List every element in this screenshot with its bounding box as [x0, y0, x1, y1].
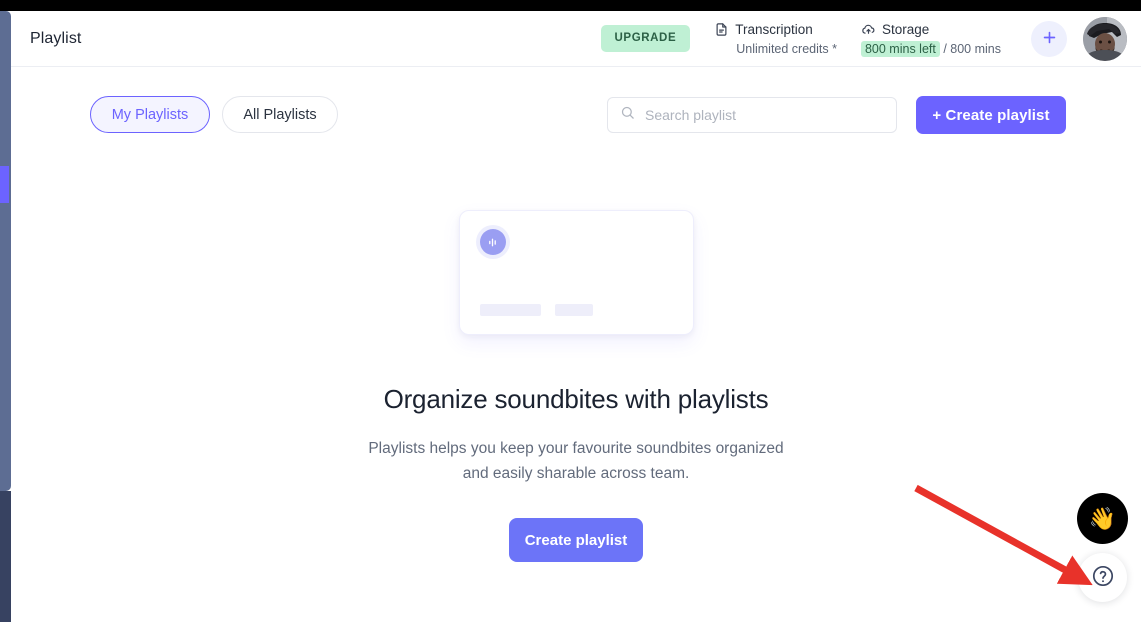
sidebar-active-indicator	[0, 166, 9, 203]
storage-meter-header: Storage	[861, 22, 1001, 37]
chat-widget-button[interactable]: 👋	[1077, 493, 1128, 544]
transcription-label: Transcription	[735, 21, 813, 37]
storage-mins-left: 800 mins left	[860, 40, 940, 57]
tab-my-playlists[interactable]: My Playlists	[90, 96, 210, 133]
document-icon	[714, 22, 729, 37]
skeleton-bar	[479, 304, 541, 316]
empty-state-title: Organize soundbites with playlists	[383, 384, 769, 414]
add-new-button[interactable]	[1031, 20, 1067, 57]
playlist-toolbar: My Playlists All Playlists + Create play…	[11, 96, 1141, 136]
search-icon	[620, 105, 635, 125]
help-button[interactable]	[1078, 553, 1127, 602]
avatar[interactable]	[1083, 16, 1127, 61]
search-box[interactable]	[607, 97, 897, 133]
tab-all-playlists[interactable]: All Playlists	[222, 96, 338, 133]
create-playlist-button[interactable]: Create playlist	[509, 518, 643, 562]
audio-waveform-icon	[479, 229, 506, 255]
transcription-value: Unlimited credits *	[736, 41, 837, 56]
transcription-meter: Transcription Unlimited credits *	[714, 22, 837, 56]
empty-state-subtitle: Playlists helps you keep your favourite …	[368, 440, 784, 482]
collapsed-sidebar[interactable]	[0, 11, 11, 491]
plus-icon	[1041, 29, 1058, 49]
storage-value: 800 mins left / 800 mins	[860, 40, 1001, 57]
transcription-meter-header: Transcription	[714, 22, 837, 37]
cloud-upload-icon	[861, 22, 876, 37]
question-mark-circle-icon	[1091, 564, 1115, 591]
upgrade-button[interactable]: UPGRADE	[600, 24, 691, 53]
search-input[interactable]	[645, 107, 884, 123]
app-root: Playlist UPGRADE Transcription Unlimited…	[0, 0, 1141, 622]
empty-state-illustration-card	[458, 210, 694, 335]
system-top-bar	[0, 0, 1141, 11]
storage-label: Storage	[881, 21, 930, 37]
skeleton-bar	[554, 304, 593, 316]
storage-mins-total: / 800 mins	[943, 41, 1001, 56]
waving-hand-icon: 👋	[1088, 505, 1117, 531]
create-playlist-toolbar-button[interactable]: + Create playlist	[916, 96, 1066, 134]
app-header: Playlist UPGRADE Transcription Unlimited…	[11, 11, 1141, 67]
storage-meter: Storage 800 mins left / 800 mins	[860, 22, 1001, 57]
empty-state: Organize soundbites with playlists Playl…	[11, 210, 1141, 562]
header-right-group: UPGRADE Transcription Unlimited credits …	[600, 11, 1141, 66]
illustration-skeletons	[479, 304, 593, 316]
avatar-image	[1083, 16, 1127, 61]
page-title: Playlist	[30, 29, 82, 47]
collapsed-sidebar-footer[interactable]	[0, 491, 11, 622]
